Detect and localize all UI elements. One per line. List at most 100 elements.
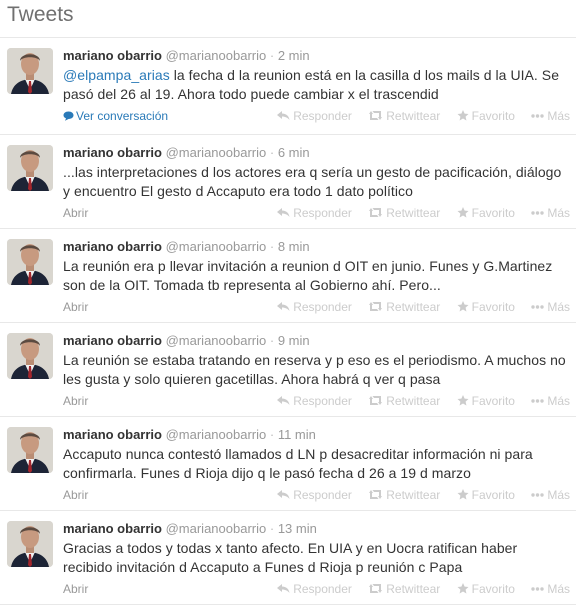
retweet-icon: [369, 490, 383, 499]
reply-icon: [277, 302, 290, 311]
tweet[interactable]: mariano obarrio @marianoobarrio · 11 min…: [0, 417, 576, 511]
expand-link[interactable]: Abrir: [63, 488, 88, 502]
more-button[interactable]: Más: [531, 206, 570, 220]
reply-button[interactable]: Responder: [277, 488, 352, 502]
reply-icon: [277, 584, 290, 593]
author-handle[interactable]: @marianoobarrio: [166, 521, 267, 536]
author-handle[interactable]: @marianoobarrio: [166, 145, 267, 160]
retweet-button[interactable]: Retwittear: [368, 206, 440, 220]
more-button[interactable]: Más: [531, 109, 570, 123]
star-icon: [457, 110, 469, 121]
avatar[interactable]: [7, 427, 53, 473]
tweet-actions: Responder Retwittear Favorito Más: [264, 488, 570, 502]
retweet-button[interactable]: Retwittear: [368, 300, 440, 314]
tweet[interactable]: mariano obarrio @marianoobarrio · 13 min…: [0, 511, 576, 605]
tweet-timestamp[interactable]: 6 min: [278, 145, 310, 160]
timeline-header: Tweets: [0, 0, 576, 38]
avatar[interactable]: [7, 48, 53, 94]
avatar-photo: [7, 239, 53, 285]
dot-separator: ·: [269, 48, 275, 63]
avatar[interactable]: [7, 333, 53, 379]
tweet-actions: Responder Retwittear Favorito Más: [264, 394, 570, 408]
author-name[interactable]: mariano obarrio: [63, 48, 162, 63]
retweet-button[interactable]: Retwittear: [368, 488, 440, 502]
speech-bubble-icon: [63, 111, 74, 121]
mention-link[interactable]: @elpampa_arias: [63, 67, 170, 83]
tweet-text: ...las interpretaciones d los actores er…: [63, 164, 562, 199]
view-conversation-link[interactable]: Ver conversación: [63, 109, 168, 123]
favorite-button[interactable]: Favorito: [457, 488, 515, 502]
more-button[interactable]: Más: [531, 582, 570, 596]
more-button[interactable]: Más: [531, 300, 570, 314]
tweet-timestamp[interactable]: 11 min: [278, 427, 316, 442]
dot-separator: ·: [269, 521, 275, 536]
author-handle[interactable]: @marianoobarrio: [166, 239, 267, 254]
retweet-icon: [369, 584, 383, 593]
tweet-timestamp[interactable]: 9 min: [278, 333, 310, 348]
tweet[interactable]: mariano obarrio @marianoobarrio · 2 min …: [0, 38, 576, 135]
avatar-photo: [7, 145, 53, 191]
tweet-text: @elpampa_arias la fecha d la reunion est…: [63, 66, 570, 104]
tweet-timestamp[interactable]: 13 min: [278, 521, 317, 536]
author-name[interactable]: mariano obarrio: [63, 521, 162, 536]
author-name[interactable]: mariano obarrio: [63, 427, 162, 442]
retweet-button[interactable]: Retwittear: [368, 109, 440, 123]
tweet[interactable]: mariano obarrio @marianoobarrio · 9 min …: [0, 323, 576, 417]
author-name[interactable]: mariano obarrio: [63, 145, 162, 160]
reply-button[interactable]: Responder: [277, 394, 352, 408]
tweet-text: Accaputo nunca contestó llamados d LN p …: [63, 446, 533, 481]
reply-icon: [277, 490, 290, 499]
favorite-button[interactable]: Favorito: [457, 394, 515, 408]
favorite-button[interactable]: Favorito: [457, 109, 515, 123]
tweet[interactable]: mariano obarrio @marianoobarrio · 8 min …: [0, 229, 576, 323]
dot-separator: ·: [269, 427, 275, 442]
star-icon: [457, 395, 469, 406]
avatar[interactable]: [7, 145, 53, 191]
more-dots-icon: [531, 211, 545, 215]
avatar-photo: [7, 521, 53, 567]
tweet-list: mariano obarrio @marianoobarrio · 2 min …: [0, 38, 576, 605]
author-handle[interactable]: @marianoobarrio: [166, 427, 267, 442]
favorite-button[interactable]: Favorito: [457, 582, 515, 596]
expand-link[interactable]: Abrir: [63, 394, 88, 408]
tweet-timestamp[interactable]: 2 min: [278, 48, 310, 63]
dot-separator: ·: [269, 239, 275, 254]
favorite-button[interactable]: Favorito: [457, 300, 515, 314]
more-button[interactable]: Más: [531, 488, 570, 502]
tweet-timestamp[interactable]: 8 min: [278, 239, 310, 254]
tweet-actions: Responder Retwittear Favorito Más: [264, 109, 570, 123]
retweet-button[interactable]: Retwittear: [368, 582, 440, 596]
reply-button[interactable]: Responder: [277, 109, 352, 123]
avatar[interactable]: [7, 521, 53, 567]
retweet-button[interactable]: Retwittear: [368, 394, 440, 408]
more-dots-icon: [531, 305, 545, 309]
retweet-icon: [369, 208, 383, 217]
tweet-text: Gracias a todos y todas x tanto afecto. …: [63, 540, 518, 575]
view-conversation-label: Ver conversación: [76, 109, 169, 123]
star-icon: [457, 583, 469, 594]
tweet-actions: Responder Retwittear Favorito Más: [264, 582, 570, 596]
reply-button[interactable]: Responder: [277, 206, 352, 220]
favorite-button[interactable]: Favorito: [457, 206, 515, 220]
more-dots-icon: [531, 114, 545, 118]
dot-separator: ·: [269, 145, 275, 160]
avatar[interactable]: [7, 239, 53, 285]
expand-link[interactable]: Abrir: [63, 206, 88, 220]
author-name[interactable]: mariano obarrio: [63, 239, 162, 254]
tweet[interactable]: mariano obarrio @marianoobarrio · 6 min …: [0, 135, 576, 229]
reply-button[interactable]: Responder: [277, 300, 352, 314]
expand-link[interactable]: Abrir: [63, 582, 88, 596]
star-icon: [457, 207, 469, 218]
reply-button[interactable]: Responder: [277, 582, 352, 596]
retweet-icon: [369, 111, 383, 120]
retweet-icon: [369, 396, 383, 405]
avatar-photo: [7, 427, 53, 473]
author-handle[interactable]: @marianoobarrio: [166, 333, 267, 348]
star-icon: [457, 489, 469, 500]
reply-icon: [277, 111, 290, 120]
author-handle[interactable]: @marianoobarrio: [166, 48, 267, 63]
more-button[interactable]: Más: [531, 394, 570, 408]
more-dots-icon: [531, 399, 545, 403]
expand-link[interactable]: Abrir: [63, 300, 88, 314]
author-name[interactable]: mariano obarrio: [63, 333, 162, 348]
